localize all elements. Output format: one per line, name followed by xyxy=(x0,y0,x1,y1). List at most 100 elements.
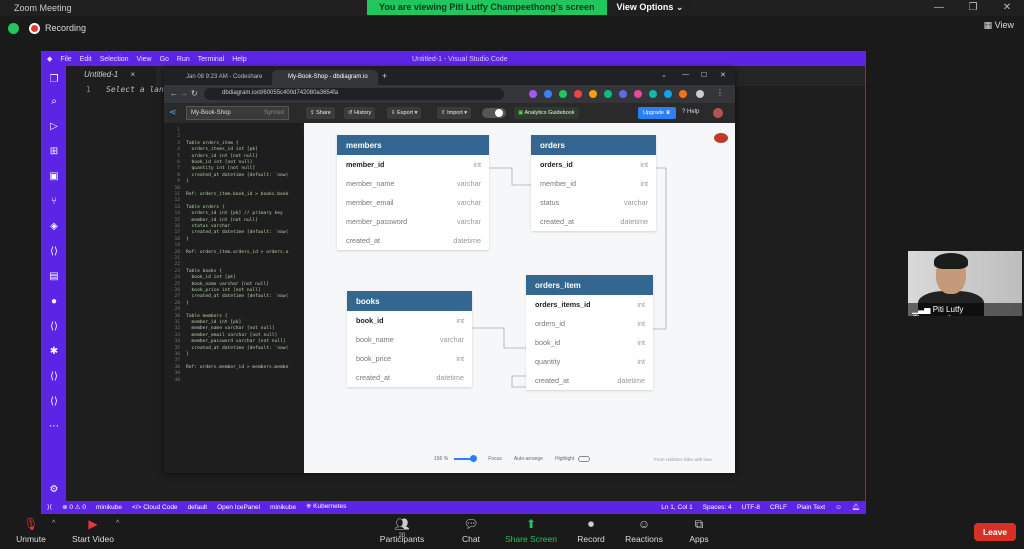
source-control-icon[interactable]: ⑂ xyxy=(48,196,60,208)
table-field-row[interactable]: book_id int xyxy=(347,311,472,330)
table-header[interactable]: orders_item xyxy=(526,275,653,295)
python-icon[interactable]: ◈ xyxy=(48,221,60,233)
table-field-row[interactable]: orders_items_id int xyxy=(526,295,653,314)
share-screen-button[interactable]: ⬆︎ Share Screen xyxy=(503,518,559,544)
editor-tab[interactable]: Untitled-1 × xyxy=(66,66,156,86)
status-problems[interactable]: ⊗ 0 ⚠ 0 xyxy=(62,503,86,511)
more-icon[interactable]: ⋯ xyxy=(48,421,60,433)
table-orders[interactable]: orders orders_id int member_id int status varc… xyxy=(531,135,656,231)
help-button[interactable]: ? Help xyxy=(682,109,699,115)
settings-gear-icon[interactable]: ⚙ xyxy=(48,484,60,496)
code-line[interactable]: 4 orders_items_id int [pk] xyxy=(164,147,258,153)
code-line[interactable]: 38 Ref: orders.member_id > members.membe xyxy=(164,365,288,371)
table-field-row[interactable]: orders_id int xyxy=(531,155,656,174)
code-line[interactable]: 14 orders_id int [pk] // primary key xyxy=(164,211,282,217)
zoom-slider[interactable] xyxy=(454,454,478,462)
share-nodes-logo-icon[interactable]: ⋖ xyxy=(169,107,177,118)
table-members[interactable]: members member_id int member_name varchar mem… xyxy=(337,135,489,250)
unmute-button[interactable]: 🎙︎ Unmute xyxy=(14,518,48,544)
leave-button[interactable]: Leave xyxy=(974,523,1016,541)
extension-icon-4[interactable] xyxy=(574,90,582,98)
github-icon[interactable]: ● xyxy=(48,296,60,308)
upgrade-button[interactable]: Upgrade ♛ xyxy=(638,107,676,119)
code-line[interactable]: 3 Table orders_item { xyxy=(164,141,238,147)
reload-icon[interactable]: ↻ xyxy=(191,89,198,98)
extensions-icon[interactable]: ⊞ xyxy=(48,146,60,158)
chrome-maximize-icon[interactable]: ☐ xyxy=(701,71,707,79)
code-line[interactable]: 22 xyxy=(164,262,186,268)
table-field-row[interactable]: created_at datetime xyxy=(531,212,656,231)
code-line[interactable]: 11 Ref: orders_item.book_id > books.book xyxy=(164,192,288,198)
participant-video[interactable]: ▁▃▅ Piti Lutfy Champeethong xyxy=(908,251,1022,316)
menu-item-run[interactable]: Run xyxy=(177,56,190,63)
export-button[interactable]: ⇩ Export ▾ xyxy=(387,107,422,119)
audio-options-chevron-icon[interactable]: ^ xyxy=(52,520,55,527)
extension-icon-1[interactable] xyxy=(529,90,537,98)
status-minikube[interactable]: minikube xyxy=(96,504,122,511)
zoom-slider-thumb[interactable] xyxy=(470,454,478,462)
status-cloud-code[interactable]: </> Cloud Code xyxy=(132,504,178,511)
view-button[interactable]: ▦ View xyxy=(984,20,1014,31)
table-field-row[interactable]: created_at datetime xyxy=(337,231,489,250)
table-header[interactable]: members xyxy=(337,135,489,155)
code-icon[interactable]: ⟨⟩ xyxy=(48,321,60,333)
chrome-menu-icon[interactable]: ⋮ xyxy=(716,88,724,97)
code-line[interactable]: 8 created_at datetime [default: `now( xyxy=(164,173,288,179)
tab-search-icon[interactable]: ⌄ xyxy=(661,71,667,79)
history-button[interactable]: ↺ History xyxy=(344,107,376,119)
code-line[interactable]: 37 xyxy=(164,358,186,364)
table-field-row[interactable]: created_at datetime xyxy=(347,368,472,387)
table-field-row[interactable]: member_email varchar xyxy=(337,193,489,212)
code-line[interactable]: 13 Table orders { xyxy=(164,205,224,211)
cloud-code-icon[interactable]: ⟨⟩ xyxy=(48,246,60,258)
diagram-canvas[interactable]: members member_id int member_name varchar mem… xyxy=(304,123,735,473)
status-minikube-2[interactable]: minikube xyxy=(270,504,296,511)
share-button[interactable]: ⇪ Share xyxy=(306,107,335,119)
menu-item-go[interactable]: Go xyxy=(160,56,169,63)
apps-button[interactable]: ⧉ Apps xyxy=(684,518,714,544)
extension-icon-6[interactable] xyxy=(604,90,612,98)
minimize-icon[interactable]: — xyxy=(922,0,956,16)
code-line[interactable]: 17 created_at datetime [default: `now( xyxy=(164,230,288,236)
code-line[interactable]: 9} xyxy=(164,179,189,185)
code-line[interactable]: 1 xyxy=(164,128,186,134)
focus-button[interactable]: Focus xyxy=(488,456,502,462)
import-button[interactable]: ⇧ Import ▾ xyxy=(437,107,472,119)
code-line[interactable]: 24 book_id int [pk] xyxy=(164,275,235,281)
shield-icon[interactable] xyxy=(8,22,19,34)
table-field-row[interactable]: created_at datetime xyxy=(526,371,653,390)
editor-placeholder-text[interactable]: Select a lang xyxy=(106,85,169,94)
code-line[interactable]: 25 book_name varchar [not null] xyxy=(164,282,269,288)
menu-item-selection[interactable]: Selection xyxy=(100,56,129,63)
status-kubernetes[interactable]: ⎈ Kubernetes xyxy=(306,503,346,511)
search-icon[interactable]: ⌕ xyxy=(48,96,60,108)
extension-icon-11[interactable] xyxy=(679,90,687,98)
code-line[interactable]: 34 member_password varchar [not null] xyxy=(164,339,285,345)
profile-avatar[interactable] xyxy=(696,90,704,98)
code-line[interactable]: 12 xyxy=(164,198,186,204)
forward-icon[interactable]: → xyxy=(180,89,188,98)
status-encoding[interactable]: UTF-8 xyxy=(742,504,760,511)
code-line[interactable]: 35 created_at datetime [default: `now( xyxy=(164,346,288,352)
table-field-row[interactable]: book_name varchar xyxy=(347,330,472,349)
code-line[interactable]: 2 xyxy=(164,134,186,140)
table-field-row[interactable]: member_id int xyxy=(531,174,656,193)
menu-item-view[interactable]: View xyxy=(137,56,152,63)
recording-icon[interactable] xyxy=(29,22,40,34)
view-options-button[interactable]: View Options ⌄ xyxy=(606,0,694,15)
extension-icon-8[interactable] xyxy=(634,90,642,98)
table-header[interactable]: books xyxy=(347,291,472,311)
code-line[interactable]: 39 xyxy=(164,371,186,377)
close-tab-icon[interactable]: × xyxy=(130,70,135,79)
back-icon[interactable]: ← xyxy=(170,89,178,98)
participants-button[interactable]: 👥︎20 Participants xyxy=(378,518,426,544)
table-books[interactable]: books book_id int book_name varchar book_pric… xyxy=(347,291,472,387)
reactions-button[interactable]: ☺︎ Reactions xyxy=(622,518,666,544)
api-icon[interactable]: ⟨⟩ xyxy=(48,396,60,408)
record-button[interactable]: ⏺︎ Record xyxy=(574,518,608,544)
code-line[interactable]: 28} xyxy=(164,301,188,307)
status-icepanel[interactable]: Open IcePanel xyxy=(217,504,260,511)
status-default[interactable]: default xyxy=(188,504,208,511)
video-options-chevron-icon[interactable]: ^ xyxy=(116,520,119,527)
extension-icon-3[interactable] xyxy=(559,90,567,98)
